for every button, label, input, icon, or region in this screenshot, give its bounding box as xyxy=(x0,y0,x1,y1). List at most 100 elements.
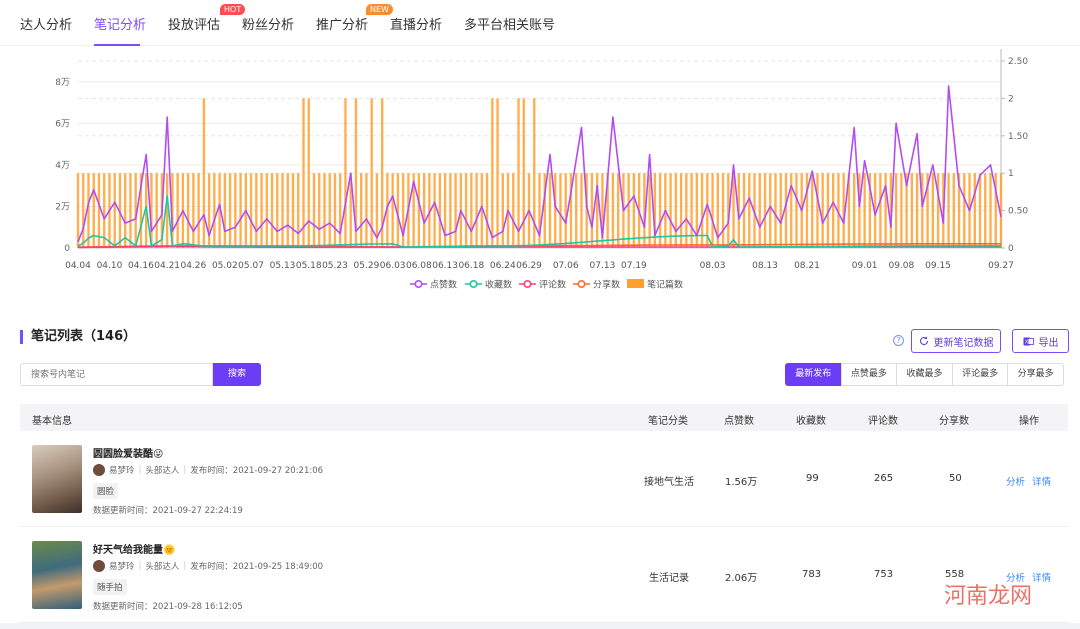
export-button[interactable]: X 导出 xyxy=(1012,329,1069,353)
sort-latest-button[interactable]: 最新发布 xyxy=(785,363,842,386)
bar-note-count xyxy=(554,173,557,248)
help-icon[interactable]: ? xyxy=(893,335,904,346)
bar-note-count xyxy=(239,173,242,248)
bar-note-count xyxy=(690,173,693,248)
x-tick-label: 05.13 xyxy=(270,261,296,271)
bar-note-count xyxy=(590,173,594,248)
tab-campaign-evaluation[interactable]: 投放评估 HOT xyxy=(168,4,246,33)
bar-note-count xyxy=(564,173,567,248)
bar-note-count xyxy=(228,173,232,248)
bar-note-count xyxy=(963,173,966,248)
bar-note-count xyxy=(124,173,127,248)
x-tick-label: 05.18 xyxy=(296,261,322,271)
tab-promotion-analysis[interactable]: 推广分析 NEW xyxy=(316,4,393,33)
emoji-icon: 🌞 xyxy=(163,545,176,556)
legend-label: 评论数 xyxy=(539,279,566,291)
details-link[interactable]: 详情 xyxy=(1032,474,1051,488)
sort-button-group: 最新发布 点赞最多 收藏最多 评论最多 分享最多 xyxy=(785,363,1064,386)
bar-note-count xyxy=(721,173,725,248)
legend-swatch xyxy=(627,279,644,288)
bar-note-count xyxy=(695,173,699,248)
bar-note-count xyxy=(517,98,520,249)
x-tick-label: 06.13 xyxy=(432,261,458,271)
analyze-link[interactable]: 分析 xyxy=(1006,474,1025,488)
tab-influencer-analysis[interactable]: 达人分析 xyxy=(20,14,72,33)
bar-note-count xyxy=(559,173,562,248)
comments-count: 265 xyxy=(874,473,894,484)
y-right-tick-label: 0.50 xyxy=(1008,207,1028,217)
bar-note-count xyxy=(333,173,337,248)
legend-label: 收藏数 xyxy=(485,279,512,291)
bar-note-count xyxy=(832,173,835,248)
x-tick-label: 04.04 xyxy=(65,261,91,271)
bar-note-count xyxy=(312,173,316,248)
tab-note-analysis[interactable]: 笔记分析 xyxy=(94,14,146,33)
bar-note-count xyxy=(249,173,253,248)
y-right-tick-label: 1.50 xyxy=(1008,132,1028,142)
note-title[interactable]: 好天气给我能量🌞 xyxy=(93,541,175,556)
note-title[interactable]: 圆圆脸爱装酷😜 xyxy=(93,445,163,460)
x-tick-label: 09.15 xyxy=(925,261,951,271)
bar-note-count xyxy=(575,173,578,248)
sort-most-shares-button[interactable]: 分享最多 xyxy=(1007,363,1064,386)
note-trend-chart: 00.5011.5022.5002万4万6万8万04.04 04.10 04.16 0… xyxy=(55,49,1028,291)
bar-note-count xyxy=(443,173,447,248)
bar-note-count xyxy=(265,173,268,248)
y-left-tick-label: 4万 xyxy=(55,161,70,171)
legend-marker xyxy=(577,280,586,289)
note-thumbnail[interactable] xyxy=(32,445,82,513)
tab-fans-analysis[interactable]: 粉丝分析 xyxy=(242,14,294,33)
tab-related-accounts[interactable]: 多平台相关账号 xyxy=(464,14,555,33)
tab-label: 推广分析 xyxy=(316,18,369,33)
note-thumbnail[interactable] xyxy=(32,541,82,609)
sort-most-comments-button[interactable]: 评论最多 xyxy=(951,363,1009,386)
bar-note-count xyxy=(491,98,494,249)
excel-icon: X xyxy=(1023,337,1034,345)
x-tick-label: 09.27 xyxy=(988,261,1014,271)
x-tick-label: 09.08 xyxy=(888,261,914,271)
note-category: 接地气生活 xyxy=(644,477,694,488)
bar-note-count xyxy=(616,173,620,248)
bar-note-count xyxy=(811,173,814,248)
bar-note-count xyxy=(936,173,940,248)
legend-marker xyxy=(414,280,423,289)
sort-most-likes-button[interactable]: 点赞最多 xyxy=(840,363,898,386)
legend-label: 点赞数 xyxy=(430,279,457,291)
legend-label: 分享数 xyxy=(593,279,620,291)
bar-note-count xyxy=(700,173,704,248)
bar-note-count xyxy=(422,173,426,248)
bar-note-count xyxy=(438,173,442,248)
x-tick-label: 07.19 xyxy=(621,261,647,271)
search-button[interactable]: 搜索 xyxy=(213,363,261,386)
bar-note-count xyxy=(978,173,982,248)
bar-note-count xyxy=(947,173,950,248)
sort-most-favorites-button[interactable]: 收藏最多 xyxy=(896,363,953,386)
bar-note-count xyxy=(202,98,206,249)
bar-note-count xyxy=(454,173,457,248)
details-link[interactable]: 详情 xyxy=(1032,570,1051,584)
new-badge: NEW xyxy=(366,4,393,15)
bar-note-count xyxy=(984,173,987,248)
bar-note-count xyxy=(879,173,882,248)
tab-label: 投放评估 xyxy=(168,18,221,33)
comments-count: 753 xyxy=(874,569,894,580)
bottom-bar xyxy=(0,623,1080,629)
bar-note-count xyxy=(286,173,289,248)
bar-note-count xyxy=(501,173,504,248)
refresh-note-data-button[interactable]: 更新笔记数据 xyxy=(911,329,1001,353)
note-search-input[interactable] xyxy=(20,363,213,386)
divider: | xyxy=(138,561,142,571)
export-label: 导出 xyxy=(1038,337,1059,349)
tab-live-analysis[interactable]: 直播分析 xyxy=(390,14,442,33)
bar-note-count xyxy=(213,173,216,248)
bar-note-count xyxy=(391,173,394,248)
bar-note-count xyxy=(816,173,819,248)
bar-note-count xyxy=(821,173,824,248)
bar-note-count xyxy=(207,173,211,248)
bar-note-count xyxy=(260,173,263,248)
x-tick-label: 06.29 xyxy=(516,261,542,271)
bar-note-count xyxy=(234,173,237,248)
y-left-tick-label: 0 xyxy=(64,244,70,254)
bar-note-count xyxy=(449,173,452,248)
top-tabs: 达人分析 笔记分析 投放评估 HOT 粉丝分析 推广分析 NEW 直播分析 多平台相… xyxy=(0,0,1080,46)
